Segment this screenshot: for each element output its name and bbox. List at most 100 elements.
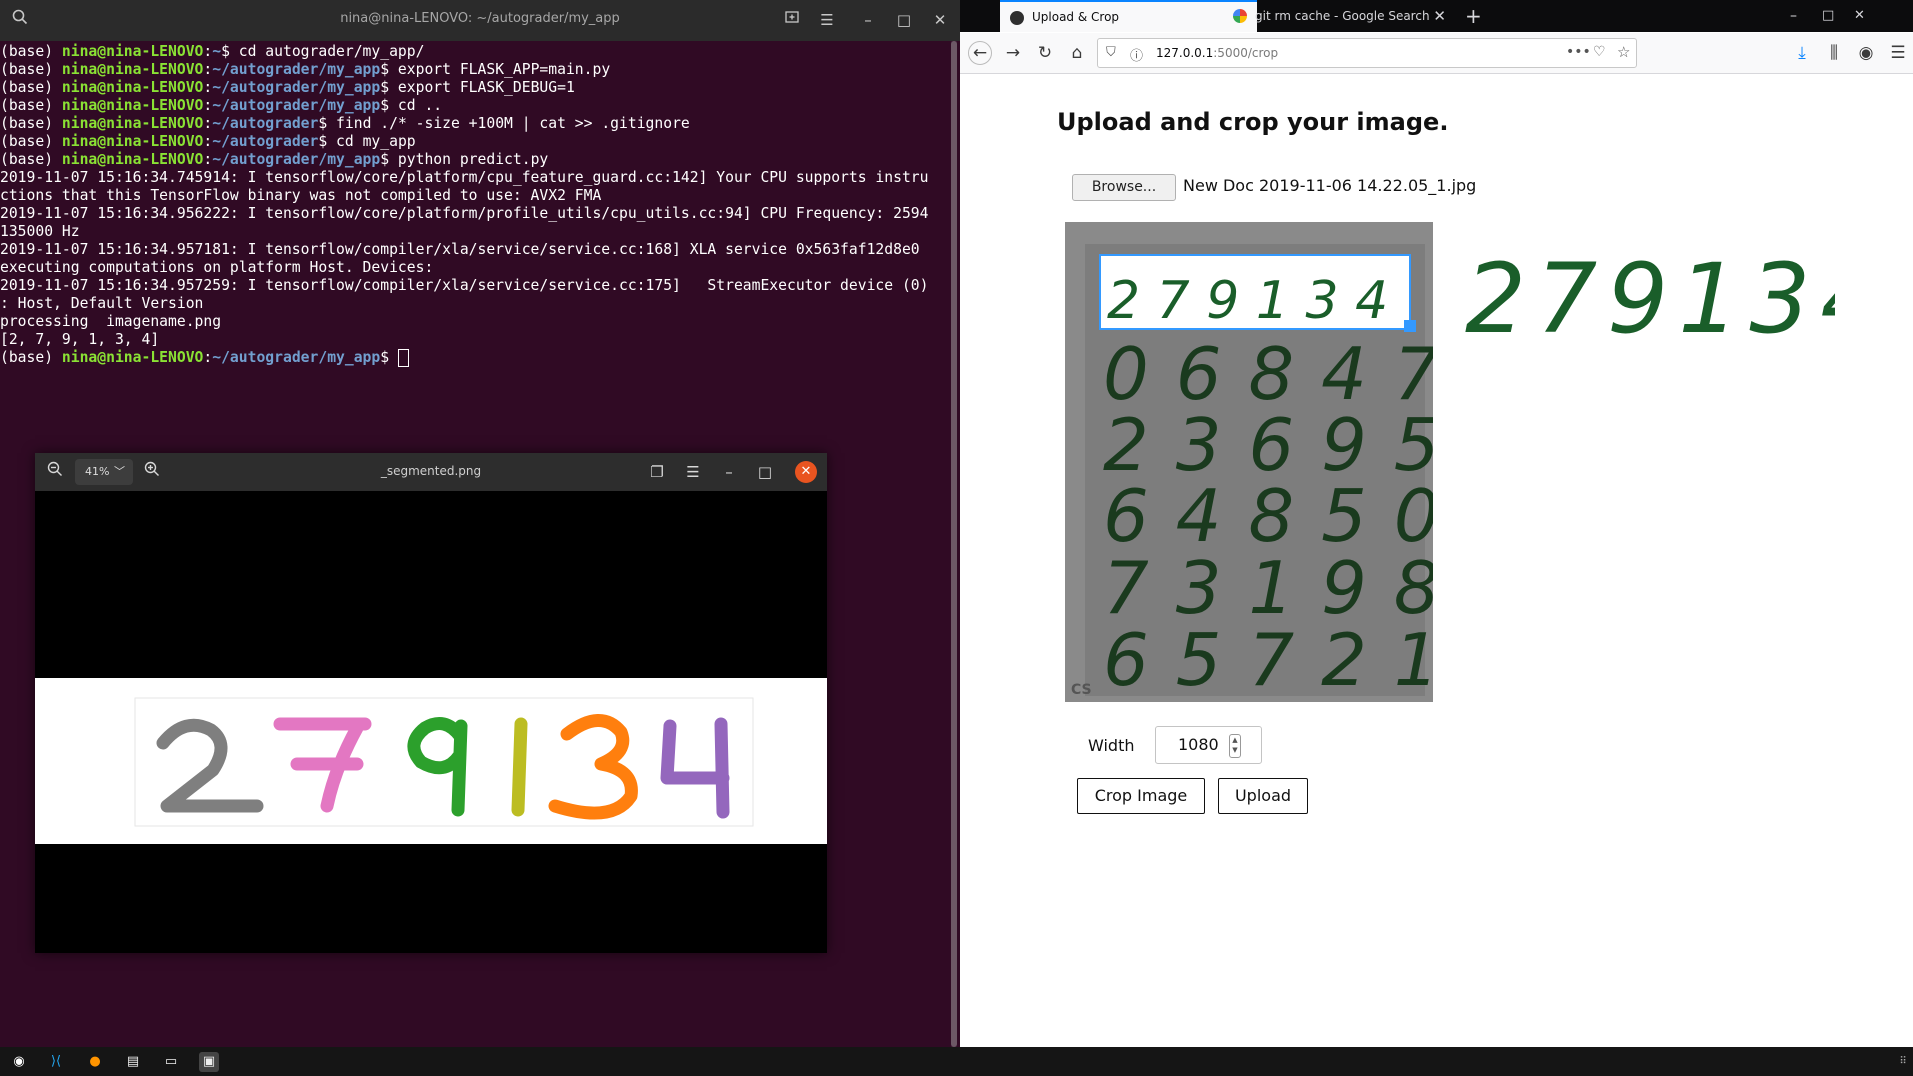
terminal-output-line: executing computations on platform Host.… [0,259,434,276]
seg-digit-3 [548,714,638,820]
hamburger-menu-icon[interactable]: ☰ [681,460,705,484]
terminal-command-line: (base) nina@nina-LENOVO:~/autograder/my_… [0,61,611,78]
terminal-output-line: [2, 7, 9, 1, 3, 4] [0,331,160,348]
image-viewer-titlebar[interactable]: 41% ﹀ _segmented.png ❐ ☰ – □ ✕ [35,453,827,491]
terminal-command-line: (base) nina@nina-LENOVO:~$ cd autograder… [0,43,425,60]
shield-icon[interactable]: ⛉ [1106,45,1116,60]
browse-button[interactable]: Browse... [1072,174,1176,201]
close-tab-icon[interactable]: ✕ [1433,0,1446,32]
tab-bar: Upload & Crop ✕ git rm cache - Google Se… [960,0,1913,32]
crop-image-area[interactable]: 0 6 8 4 7 9 2 3 6 9 5 1 6 4 8 5 0 2 7 3 … [1065,222,1433,702]
minimize-icon[interactable]: – [717,460,741,484]
width-value: 1080 [1178,735,1219,754]
terminal-output-line: 135000 Hz [0,223,80,240]
crop-selection-digits: 2 7 9 1 3 4 [1107,271,1388,331]
terminal-titlebar[interactable]: nina@nina-LENOVO: ~/autograder/my_app ☰ … [0,0,960,41]
maximize-icon[interactable]: □ [1822,0,1842,32]
page-title: Upload and crop your image. [1057,108,1449,136]
segmented-image [35,491,827,953]
url-bar[interactable]: ⛉ ⓘ 127.0.0.1:5000/crop ••• ♡ ☆ [1097,38,1637,68]
back-arrow-icon[interactable]: ← [968,41,992,65]
cropped-preview: 279134 [1465,234,1881,355]
seg-digit-9 [407,717,468,817]
pocket-icon[interactable]: ♡ [1593,44,1606,60]
image-viewer-window[interactable]: 41% ﹀ _segmented.png ❐ ☰ – □ ✕ [35,453,827,953]
hamburger-menu-icon[interactable]: ☰ [1886,41,1910,65]
new-tab-plus-icon[interactable]: + [1465,0,1495,32]
library-icon[interactable]: ⫼ [1822,41,1846,65]
bookmark-star-icon[interactable]: ☆ [1617,43,1630,61]
site-icon [1010,11,1024,25]
maximize-icon[interactable]: □ [753,460,777,484]
crop-selection[interactable]: 2 7 9 1 3 4 [1099,254,1411,331]
hamburger-menu-icon[interactable]: ☰ [815,8,839,32]
number-spinner-icon[interactable]: ▲ ▼ [1229,734,1241,758]
terminal-command-line: (base) nina@nina-LENOVO:~/autograder$ fi… [0,115,690,132]
terminal-output-line: processing imagename.png [0,313,222,330]
image-viewer-icon[interactable]: ▣ [199,1052,219,1072]
terminal-icon[interactable]: ▭ [161,1052,181,1072]
navigation-bar: ← → ↻ ⌂ ⛉ ⓘ 127.0.0.1:5000/crop ••• ♡ ☆ … [960,33,1913,74]
cropped-preview-digits: 279134 [1465,243,1881,355]
gallery-icon[interactable]: ❐ [645,460,669,484]
new-tab-icon[interactable] [780,8,804,32]
crop-image-button[interactable]: Crop Image [1077,778,1205,814]
account-icon[interactable]: ◉ [1854,41,1878,65]
info-icon[interactable]: ⓘ [1130,45,1143,64]
camscanner-watermark: CS [1071,682,1092,698]
terminal-output-line: 2019-11-07 15:16:34.957259: I tensorflow… [0,277,929,294]
terminal-output-line: 2019-11-07 15:16:34.956222: I tensorflow… [0,205,929,222]
segmented-digits [134,697,754,827]
svg-text:2 7 9 1 3 4: 2 7 9 1 3 4 [1107,271,1388,328]
upload-button[interactable]: Upload [1218,778,1308,814]
minimize-icon[interactable]: – [856,8,880,32]
more-actions-icon[interactable]: ••• [1566,44,1591,60]
vscode-icon[interactable]: ⟩⟨ [46,1052,66,1072]
seg-digit-4 [660,717,730,819]
width-number-input[interactable]: 1080 ▲ ▼ [1155,726,1262,764]
terminal-output-line: ctions that this TensorFlow binary was n… [0,187,602,204]
download-icon[interactable]: ⤓ [1790,41,1814,65]
close-icon[interactable]: ✕ [1854,0,1874,32]
sheet-row: 6 5 7 2 1 3 [1103,618,1433,702]
taskbar: ◉ ⟩⟨ ● ▤ ▭ ▣ ⠿ [0,1047,1913,1076]
crop-resize-handle[interactable] [1404,320,1416,332]
chrome-icon[interactable]: ◉ [9,1052,29,1072]
seg-digit-1 [511,717,528,817]
files-icon[interactable]: ▤ [123,1052,143,1072]
forward-arrow-icon[interactable]: → [1001,41,1025,65]
image-viewer-title: _segmented.png [380,464,482,478]
tab-google-search[interactable]: git rm cache - Google Search ✕ [1223,0,1456,32]
close-icon[interactable]: ✕ [928,8,952,32]
cursor [397,349,409,367]
terminal-command-line: (base) nina@nina-LENOVO:~/autograder/my_… [0,151,549,168]
tab-label: Upload & Crop [1032,10,1120,24]
terminal-command-line: (base) nina@nina-LENOVO:~/autograder/my_… [0,79,575,96]
terminal-output-line: : Host, Default Version [0,295,204,312]
segmented-strip [35,678,827,844]
terminal-command-line: (base) nina@nina-LENOVO:~/autograder$ cd… [0,133,416,150]
terminal-output-line: 2019-11-07 15:16:34.957181: I tensorflow… [0,241,920,258]
tab-label: git rm cache - Google Search [1255,9,1430,23]
minimize-icon[interactable]: – [1790,0,1810,32]
seg-digit-7 [273,717,372,813]
page-content: Upload and crop your image. Browse... Ne… [960,74,1913,1047]
google-icon [1233,9,1247,23]
maximize-icon[interactable]: □ [892,8,916,32]
home-icon[interactable]: ⌂ [1065,41,1089,65]
close-button[interactable]: ✕ [795,461,817,483]
firefox-icon[interactable]: ● [85,1052,105,1072]
browser-window[interactable]: Upload & Crop ✕ git rm cache - Google Se… [960,0,1913,1047]
url-text: 127.0.0.1:5000/crop [1156,46,1279,60]
terminal-output-line: 2019-11-07 15:16:34.745914: I tensorflow… [0,169,929,186]
terminal-prompt[interactable]: (base) nina@nina-LENOVO:~/autograder/my_… [0,349,950,367]
width-label: Width [1088,736,1135,755]
terminal-command-line: (base) nina@nina-LENOVO:~/autograder/my_… [0,97,443,114]
terminal-scrollbar[interactable] [951,41,957,1047]
tab-upload-crop[interactable]: Upload & Crop ✕ [1000,0,1257,32]
app-grid-icon[interactable]: ⠿ [1893,1052,1913,1072]
reload-icon[interactable]: ↻ [1033,41,1057,65]
seg-digit-2 [156,718,264,813]
selected-file-name: New Doc 2019-11-06 14.22.05_1.jpg [1183,176,1477,195]
svg-text:279134: 279134 [1465,243,1835,344]
